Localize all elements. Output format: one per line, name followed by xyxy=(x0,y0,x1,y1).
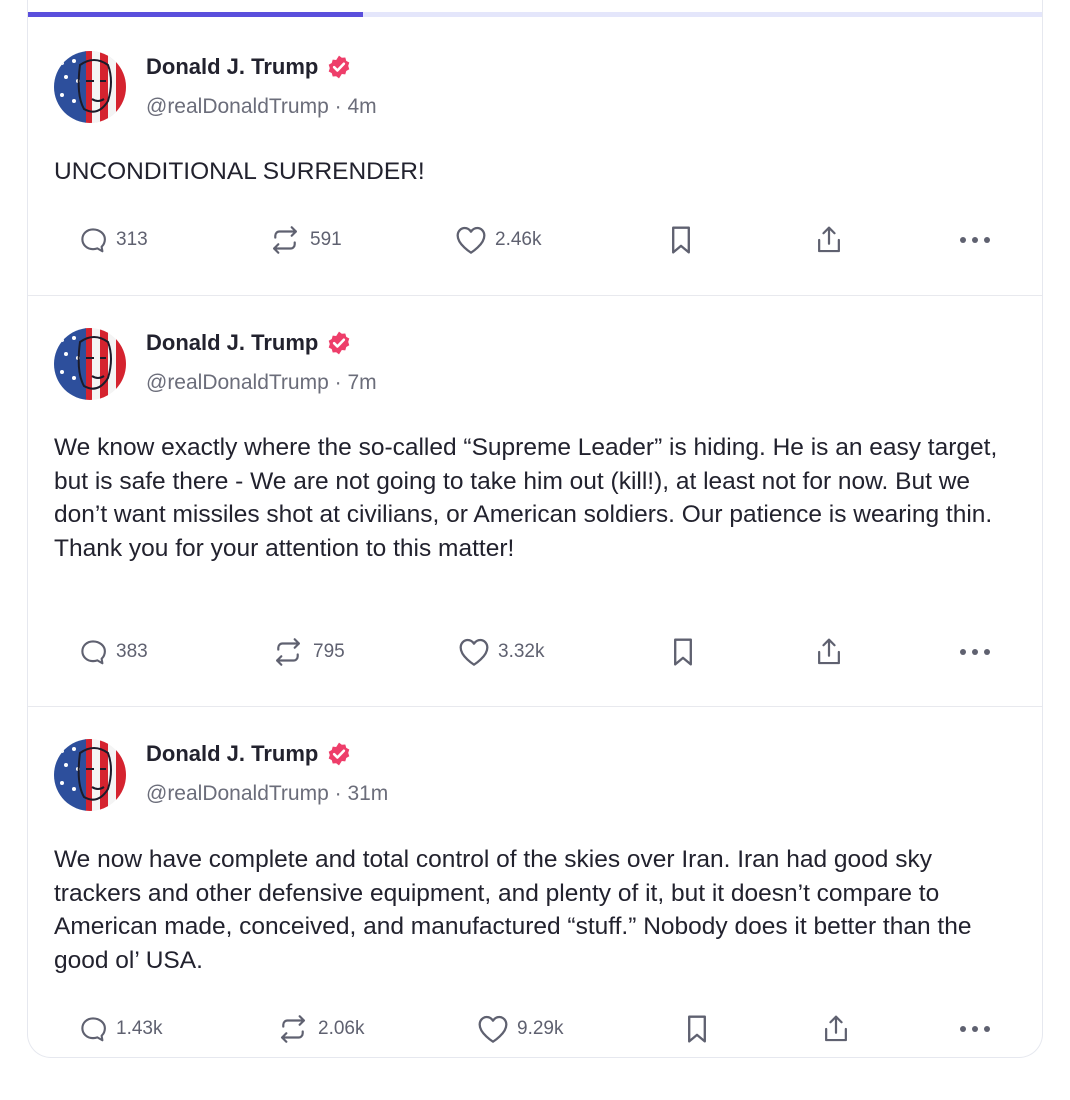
share-icon xyxy=(818,638,840,665)
more-button[interactable] xyxy=(958,220,992,260)
feed: Donald J. Trump @realDonaldTrump · 4m UN… xyxy=(27,0,1043,1058)
heart-icon xyxy=(459,638,489,666)
post-text: We now have complete and total control o… xyxy=(54,846,972,974)
repost-button[interactable]: 795 xyxy=(271,632,345,672)
verified-badge-icon xyxy=(326,54,352,80)
avatar[interactable] xyxy=(54,328,126,400)
reply-count: 1.43k xyxy=(116,1018,163,1039)
bookmark-icon xyxy=(674,638,692,666)
share-icon xyxy=(825,1015,847,1042)
separator-dot: · xyxy=(328,782,348,805)
avatar-flag-portrait-image xyxy=(54,328,126,400)
reply-button[interactable]: 313 xyxy=(78,220,148,260)
avatar[interactable] xyxy=(54,739,126,811)
post[interactable]: Donald J. Trump @realDonaldTrump · 7m We… xyxy=(28,296,1042,707)
like-button[interactable]: 2.46k xyxy=(455,220,541,260)
like-button[interactable]: 9.29k xyxy=(477,1009,563,1049)
repost-icon xyxy=(275,638,301,666)
repost-icon xyxy=(280,1015,306,1043)
heart-icon xyxy=(456,226,486,254)
more-icon xyxy=(960,237,990,243)
like-count: 3.32k xyxy=(498,641,545,662)
share-button[interactable] xyxy=(814,220,844,260)
bookmark-icon xyxy=(688,1015,706,1043)
separator-dot: · xyxy=(328,371,348,394)
reply-count: 313 xyxy=(116,229,148,250)
reply-button[interactable]: 1.43k xyxy=(78,1009,162,1049)
reply-button[interactable]: 383 xyxy=(78,632,148,672)
repost-count: 591 xyxy=(310,229,342,250)
bookmark-button[interactable] xyxy=(684,1009,710,1049)
reply-count: 383 xyxy=(116,641,148,662)
repost-count: 795 xyxy=(313,641,345,662)
more-button[interactable] xyxy=(958,632,992,672)
post-actions: 383 795 3.32k xyxy=(28,632,1042,672)
share-button[interactable] xyxy=(821,1009,851,1049)
reply-icon xyxy=(81,228,106,253)
post[interactable]: Donald J. Trump @realDonaldTrump · 31m W… xyxy=(28,707,1042,1057)
author-name[interactable]: Donald J. Trump xyxy=(146,330,318,356)
progress-fill xyxy=(28,12,364,17)
more-icon xyxy=(960,1026,990,1032)
bookmark-button[interactable] xyxy=(668,220,694,260)
post-time[interactable]: 31m xyxy=(347,782,388,805)
repost-count: 2.06k xyxy=(318,1018,365,1039)
repost-button[interactable]: 2.06k xyxy=(276,1009,364,1049)
progress-bar xyxy=(28,12,1042,17)
verified-badge-icon xyxy=(326,741,352,767)
avatar[interactable] xyxy=(54,51,126,123)
post-text: UNCONDITIONAL SURRENDER! xyxy=(54,158,425,185)
post[interactable]: Donald J. Trump @realDonaldTrump · 4m UN… xyxy=(28,18,1042,296)
separator-dot: · xyxy=(328,95,348,118)
post-time[interactable]: 4m xyxy=(347,95,376,118)
author-name[interactable]: Donald J. Trump xyxy=(146,741,318,767)
like-count: 9.29k xyxy=(517,1018,564,1039)
heart-icon xyxy=(478,1015,508,1043)
author-handle[interactable]: @realDonaldTrump xyxy=(146,782,329,805)
author-handle[interactable]: @realDonaldTrump xyxy=(146,371,329,394)
more-icon xyxy=(960,649,990,655)
post-text: We know exactly where the so-called “Sup… xyxy=(54,434,998,562)
avatar-flag-portrait-image xyxy=(54,51,126,123)
author-name[interactable]: Donald J. Trump xyxy=(146,54,318,80)
post-time[interactable]: 7m xyxy=(347,371,376,394)
bookmark-button[interactable] xyxy=(670,632,696,672)
repost-button[interactable]: 591 xyxy=(268,220,342,260)
post-actions: 1.43k 2.06k 9.29k xyxy=(28,1009,1042,1049)
post-actions: 313 591 2.46k xyxy=(28,220,1042,260)
share-button[interactable] xyxy=(814,632,844,672)
bookmark-icon xyxy=(672,226,690,254)
reply-icon xyxy=(81,640,106,665)
avatar-flag-portrait-image xyxy=(54,739,126,811)
like-count: 2.46k xyxy=(495,229,542,250)
reply-icon xyxy=(81,1017,106,1042)
repost-icon xyxy=(272,226,298,254)
like-button[interactable]: 3.32k xyxy=(458,632,544,672)
author-handle[interactable]: @realDonaldTrump xyxy=(146,95,329,118)
share-icon xyxy=(818,226,840,253)
verified-badge-icon xyxy=(326,330,352,356)
more-button[interactable] xyxy=(958,1009,992,1049)
